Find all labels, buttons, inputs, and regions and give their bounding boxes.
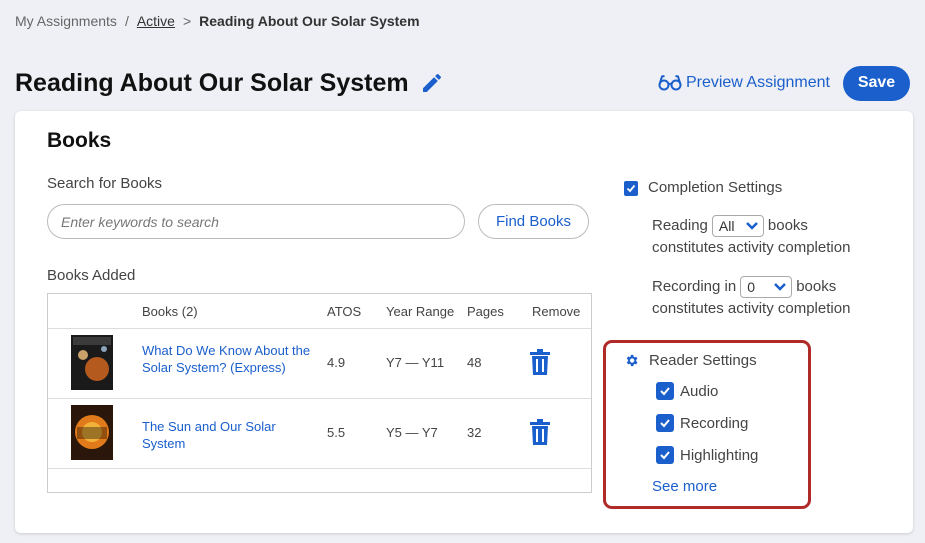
save-button[interactable]: Save: [843, 65, 910, 101]
breadcrumb-my-assignments[interactable]: My Assignments: [15, 13, 117, 29]
book-atos: 4.9: [327, 355, 346, 370]
checkmark-icon: [660, 387, 670, 396]
checkmark-icon: [660, 451, 670, 460]
recording-label: Recording: [680, 414, 749, 432]
search-input[interactable]: [47, 204, 465, 239]
table-header: Books (2) ATOS Year Range Pages Remove: [48, 294, 591, 328]
breadcrumb-current: Reading About Our Solar System: [199, 13, 420, 29]
see-more-link[interactable]: See more: [652, 478, 717, 495]
column-header-pages: Pages: [467, 304, 504, 319]
column-header-books: Books (2): [142, 304, 198, 319]
books-added-label: Books Added: [47, 267, 136, 284]
checkbox-audio[interactable]: [656, 382, 674, 400]
table-row: The Sun and Our Solar System 5.5 Y5 — Y7…: [48, 398, 591, 468]
book-cover-image: [71, 405, 113, 460]
reading-suffix: books: [767, 217, 808, 234]
reader-settings-header: Reader Settings: [624, 352, 757, 369]
reader-option-audio[interactable]: Audio: [656, 382, 718, 400]
recording-completion-text: constitutes activity completion: [652, 300, 851, 317]
trash-icon[interactable]: [529, 419, 551, 445]
clipboard-check-icon: [624, 180, 638, 196]
book-cover-image: [71, 335, 113, 390]
book-year-range: Y5 — Y7: [386, 425, 438, 440]
reading-prefix: Reading: [652, 217, 708, 234]
book-pages: 48: [467, 355, 482, 370]
book-atos: 5.5: [327, 425, 346, 440]
recording-prefix: Recording in: [652, 278, 737, 295]
checkbox-recording[interactable]: [656, 414, 674, 432]
reader-option-recording[interactable]: Recording: [656, 414, 748, 432]
recording-suffix: books: [796, 278, 837, 295]
title-row: Reading About Our Solar System Preview A…: [15, 65, 910, 101]
highlighting-label: Highlighting: [680, 446, 759, 464]
chevron-down-icon: [774, 283, 787, 291]
trash-icon[interactable]: [529, 349, 551, 375]
completion-settings-title: Completion Settings: [648, 179, 783, 196]
recording-books-value: 0: [747, 279, 756, 295]
checkmark-icon: [660, 419, 670, 428]
breadcrumb-active[interactable]: Active: [137, 13, 175, 29]
book-year-range: Y7 — Y11: [386, 355, 445, 370]
books-heading: Books: [47, 129, 112, 152]
reader-settings-title: Reader Settings: [649, 352, 757, 369]
recording-setting-line: Recording in 0 books: [652, 276, 836, 298]
preview-assignment-link[interactable]: Preview Assignment: [658, 74, 830, 92]
reader-option-highlighting[interactable]: Highlighting: [656, 446, 758, 464]
books-table: Books (2) ATOS Year Range Pages Remove W…: [47, 293, 592, 493]
page-title: Reading About Our Solar System: [15, 68, 409, 97]
checkbox-highlighting[interactable]: [656, 446, 674, 464]
title-actions: Preview Assignment Save: [658, 65, 910, 101]
breadcrumb-separator: /: [124, 13, 129, 29]
find-books-button[interactable]: Find Books: [478, 204, 589, 239]
book-title-link[interactable]: What Do We Know About the Solar System? …: [142, 342, 322, 376]
column-header-atos: ATOS: [327, 304, 362, 319]
search-label: Search for Books: [47, 175, 163, 192]
chevron-down-icon: [746, 222, 758, 230]
breadcrumb: My Assignments / Active > Reading About …: [15, 13, 420, 29]
recording-books-dropdown[interactable]: 0: [740, 276, 793, 298]
book-title-link[interactable]: The Sun and Our Solar System: [142, 418, 322, 452]
reading-books-dropdown[interactable]: All: [711, 215, 764, 237]
book-pages: 32: [467, 425, 482, 440]
completion-settings-header: Completion Settings: [624, 179, 782, 196]
glasses-icon: [658, 75, 682, 91]
reading-setting-line: Reading All books: [652, 215, 808, 237]
preview-assignment-label: Preview Assignment: [685, 74, 830, 91]
gear-icon: [626, 354, 638, 367]
breadcrumb-separator: >: [182, 13, 192, 29]
table-row-empty: [48, 468, 591, 492]
pencil-icon[interactable]: [420, 71, 444, 95]
books-card: Books Search for Books Find Books Books …: [15, 111, 913, 533]
column-header-remove: Remove: [532, 304, 581, 319]
audio-label: Audio: [680, 382, 719, 400]
table-row: What Do We Know About the Solar System? …: [48, 328, 591, 398]
column-header-year-range: Year Range: [386, 304, 455, 319]
reading-completion-text: constitutes activity completion: [652, 239, 851, 256]
reading-books-value: All: [718, 218, 735, 234]
